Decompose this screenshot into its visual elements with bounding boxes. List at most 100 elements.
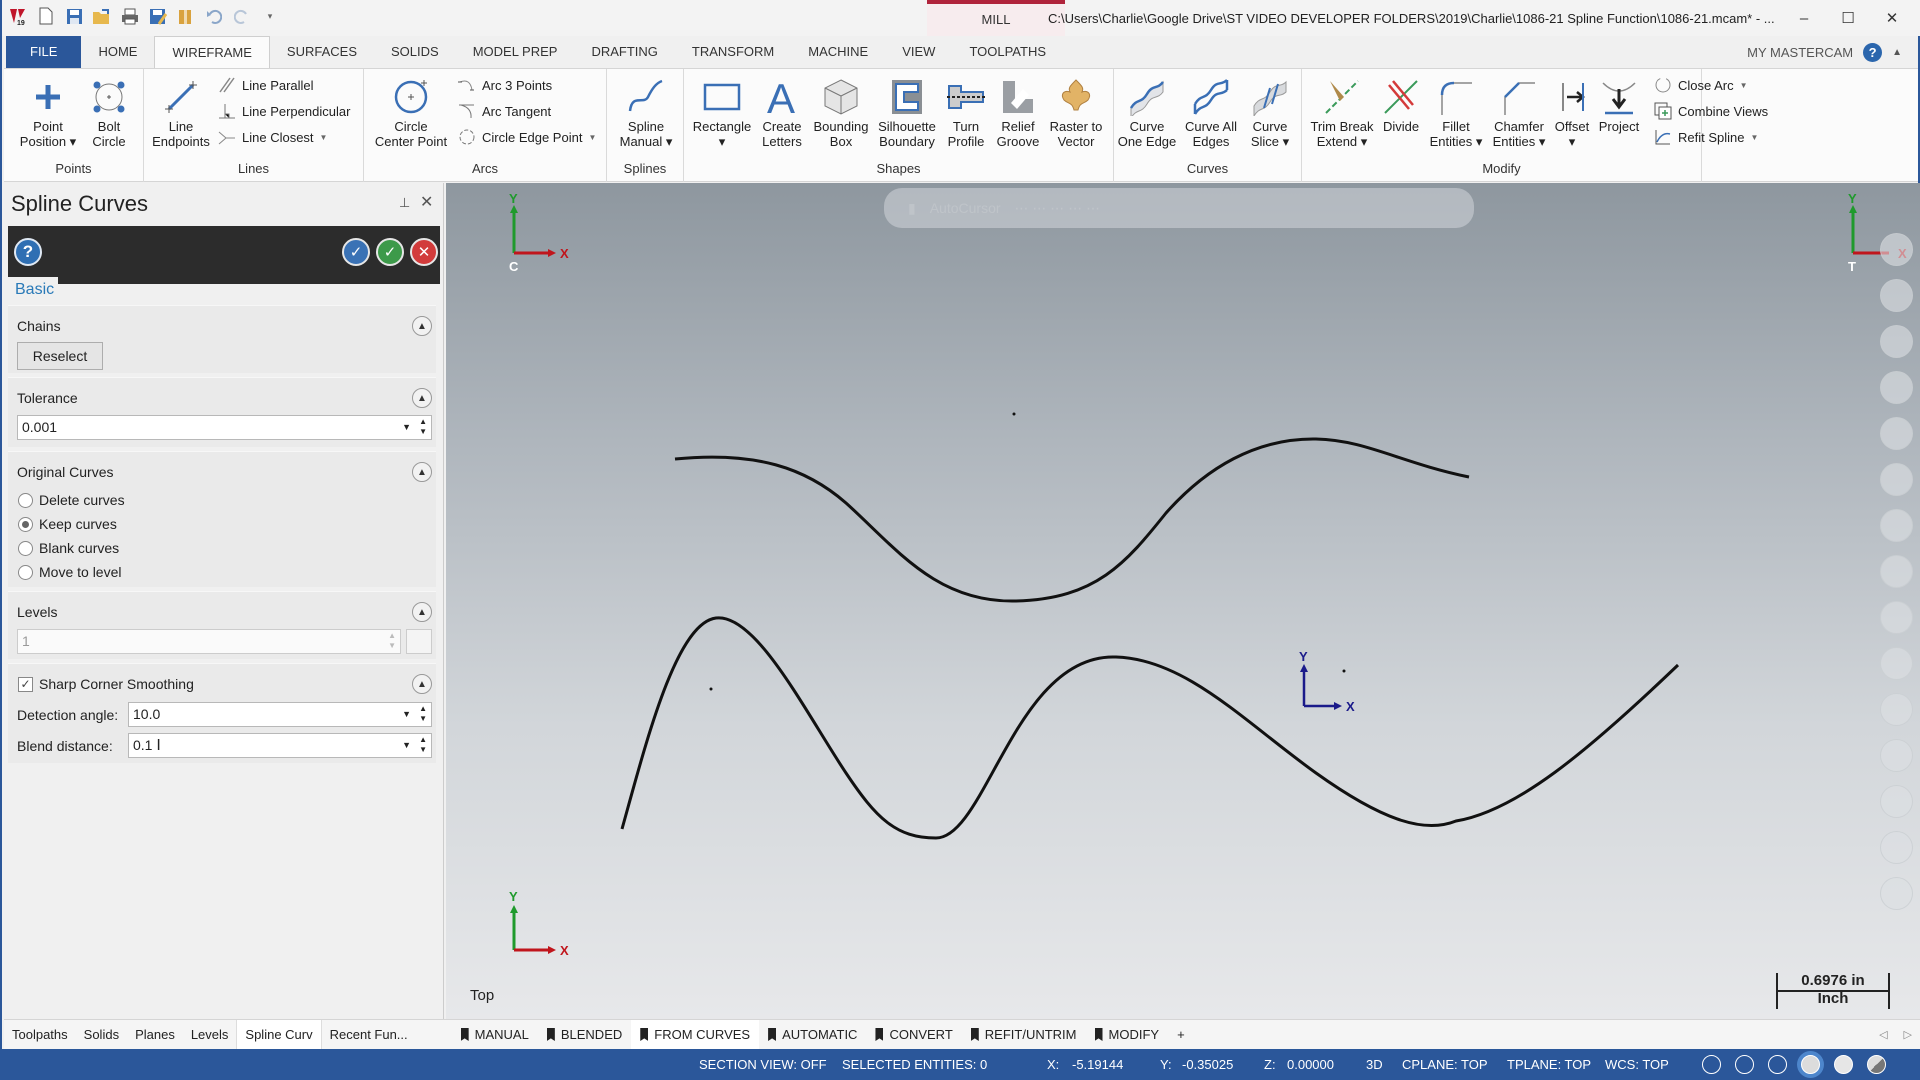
shaded-display-icon[interactable]	[1768, 1055, 1787, 1074]
shaded-solid-icon[interactable]	[1834, 1055, 1853, 1074]
help-button[interactable]: ?	[14, 238, 42, 266]
tplane-status[interactable]: TPLANE: TOP	[1507, 1049, 1591, 1080]
viewsheet-from-curves[interactable]: FROM CURVES	[631, 1019, 760, 1050]
viewsheet-blended[interactable]: BLENDED	[538, 1020, 631, 1050]
customize-icon[interactable]: ▾	[260, 6, 280, 26]
view-tool-icon[interactable]	[1880, 371, 1913, 404]
help-icon[interactable]: ?	[1863, 42, 1883, 62]
collapse-chevron-up-icon[interactable]: ▲	[412, 462, 432, 482]
new-file-icon[interactable]	[36, 6, 56, 26]
shaded-active-icon[interactable]	[1801, 1055, 1820, 1074]
line-perpendicular-button[interactable]: Line Perpendicular	[218, 99, 350, 123]
tab-solids[interactable]: SOLIDS	[374, 36, 456, 68]
spinner-icon[interactable]: ▲ ▼	[419, 735, 427, 755]
collapse-chevron-up-icon[interactable]: ▲	[412, 602, 432, 622]
level-manager-icon[interactable]	[406, 629, 432, 654]
mill-context-tab[interactable]: MILL	[927, 0, 1065, 36]
tab-drafting[interactable]: DRAFTING	[574, 36, 674, 68]
view-tool-icon[interactable]	[1880, 831, 1913, 864]
relief-groove-button[interactable]: Relief Groove	[992, 75, 1044, 149]
trim-break-extend-button[interactable]: Trim Break Extend ▾	[1308, 75, 1376, 149]
spline-curve-lower[interactable]	[620, 616, 1680, 840]
my-mastercam-link[interactable]: MY MASTERCAM	[1747, 45, 1853, 60]
divide-button[interactable]: Divide	[1378, 75, 1424, 134]
z-coord-value[interactable]: 0.00000	[1287, 1049, 1334, 1080]
view-tool-icon[interactable]	[1880, 233, 1913, 266]
viewsheet-convert[interactable]: CONVERT	[866, 1020, 961, 1050]
tab-planes-manager[interactable]: Planes	[127, 1020, 183, 1050]
arc-3-points-button[interactable]: Arc 3 Points	[458, 73, 552, 97]
tab-basic[interactable]: Basic	[8, 277, 58, 305]
spline-manual-button[interactable]: Spline Manual ▾	[611, 75, 681, 149]
radio-button[interactable]	[18, 540, 33, 556]
save-icon[interactable]	[64, 6, 84, 26]
radio-delete-curves[interactable]: Delete curves	[18, 492, 125, 508]
collapse-ribbon-icon[interactable]: ▲	[1892, 47, 1902, 58]
collapse-chevron-up-icon[interactable]: ▲	[412, 388, 432, 408]
radio-blank-curves[interactable]: Blank curves	[18, 540, 119, 556]
point-marker[interactable]	[1342, 669, 1346, 673]
mode-3d-toggle[interactable]: 3D	[1366, 1049, 1383, 1080]
refit-spline-button[interactable]: Refit Spline ▼	[1654, 125, 1758, 149]
pin-icon[interactable]: ⊥	[399, 195, 410, 211]
curve-slice-button[interactable]: Curve Slice ▾	[1242, 75, 1298, 149]
radio-button[interactable]	[18, 564, 33, 580]
blend-distance-input[interactable]: 0.1 I ▼ ▲ ▼	[128, 733, 432, 758]
graphics-viewport[interactable]: ▮ AutoCursor ⋯ ⋯ ⋯ ⋯ ⋯ Y X C Y X	[446, 183, 1920, 1019]
point-marker[interactable]	[1012, 412, 1016, 416]
dropdown-arrow-icon[interactable]: ▼	[402, 416, 411, 439]
viewsheet-refit-untrim[interactable]: REFIT/UNTRIM	[962, 1020, 1086, 1050]
ok-button[interactable]: ✓	[376, 238, 404, 266]
geometry-canvas[interactable]: Y X C Y X T Y X	[446, 183, 1920, 1019]
tab-file[interactable]: FILE	[6, 36, 82, 68]
circle-edge-point-button[interactable]: Circle Edge Point ▼	[458, 125, 596, 149]
sharp-corner-checkbox[interactable]: ✓ Sharp Corner Smoothing	[18, 676, 194, 692]
curve-one-edge-button[interactable]: Curve One Edge	[1116, 75, 1178, 149]
collapse-chevron-up-icon[interactable]: ▲	[412, 316, 432, 336]
tab-spline-curves[interactable]: Spline Curv	[236, 1019, 322, 1050]
spinner-icon[interactable]: ▲ ▼	[419, 417, 427, 437]
minimize-button[interactable]: –	[1782, 10, 1826, 27]
project-button[interactable]: Project	[1594, 75, 1644, 134]
checkbox-checked-icon[interactable]: ✓	[18, 676, 33, 692]
spline-curve-upper[interactable]	[674, 437, 1470, 603]
radio-button[interactable]	[18, 492, 33, 508]
tab-levels-manager[interactable]: Levels	[183, 1020, 237, 1050]
add-viewsheet-button[interactable]: +	[1168, 1020, 1194, 1050]
dropdown-arrow-icon[interactable]: ▼	[402, 703, 411, 726]
tab-model-prep[interactable]: MODEL PREP	[456, 36, 575, 68]
scroll-right-icon[interactable]: ▷	[1896, 1028, 1920, 1041]
levels-input[interactable]: 1 ▲ ▼	[17, 629, 401, 654]
curve-all-edges-button[interactable]: Curve All Edges	[1180, 75, 1242, 149]
view-tool-icon[interactable]	[1880, 325, 1913, 358]
no-entry-icon[interactable]	[1880, 877, 1913, 910]
turn-profile-button[interactable]: Turn Profile	[940, 75, 992, 149]
line-parallel-button[interactable]: Line Parallel	[218, 73, 314, 97]
tab-recent-functions[interactable]: Recent Fun...	[322, 1020, 416, 1050]
tab-view[interactable]: VIEW	[885, 36, 952, 68]
radio-move-to-level[interactable]: Move to level	[18, 564, 121, 580]
tab-surfaces[interactable]: SURFACES	[270, 36, 374, 68]
redo-icon[interactable]	[232, 6, 252, 26]
view-tool-icon[interactable]	[1880, 785, 1913, 818]
close-button[interactable]: ✕	[1870, 9, 1914, 27]
scroll-left-icon[interactable]: ◁	[1871, 1028, 1895, 1041]
collapse-chevron-up-icon[interactable]: ▲	[412, 674, 432, 694]
save-as-icon[interactable]	[148, 6, 168, 26]
view-tool-icon[interactable]	[1880, 463, 1913, 496]
silhouette-boundary-button[interactable]: Silhouette Boundary	[874, 75, 940, 149]
reselect-button[interactable]: Reselect	[17, 342, 103, 370]
viewsheet-automatic[interactable]: AUTOMATIC	[759, 1020, 866, 1050]
ok-and-create-new-button[interactable]: ✓	[342, 238, 370, 266]
cplane-status[interactable]: CPLANE: TOP	[1402, 1049, 1488, 1080]
view-tool-icon[interactable]	[1880, 601, 1913, 634]
bounding-box-button[interactable]: Bounding Box	[810, 75, 872, 149]
maximize-button[interactable]: ☐	[1826, 9, 1870, 27]
wireframe-display-icon[interactable]	[1702, 1055, 1721, 1074]
translucency-icon[interactable]	[1867, 1055, 1886, 1074]
tab-transform[interactable]: TRANSFORM	[675, 36, 791, 68]
open-icon[interactable]	[92, 6, 112, 26]
app-logo-icon[interactable]: 19	[8, 6, 28, 26]
create-letters-button[interactable]: A Create Letters	[756, 75, 808, 149]
viewsheet-manual[interactable]: MANUAL	[452, 1020, 538, 1050]
